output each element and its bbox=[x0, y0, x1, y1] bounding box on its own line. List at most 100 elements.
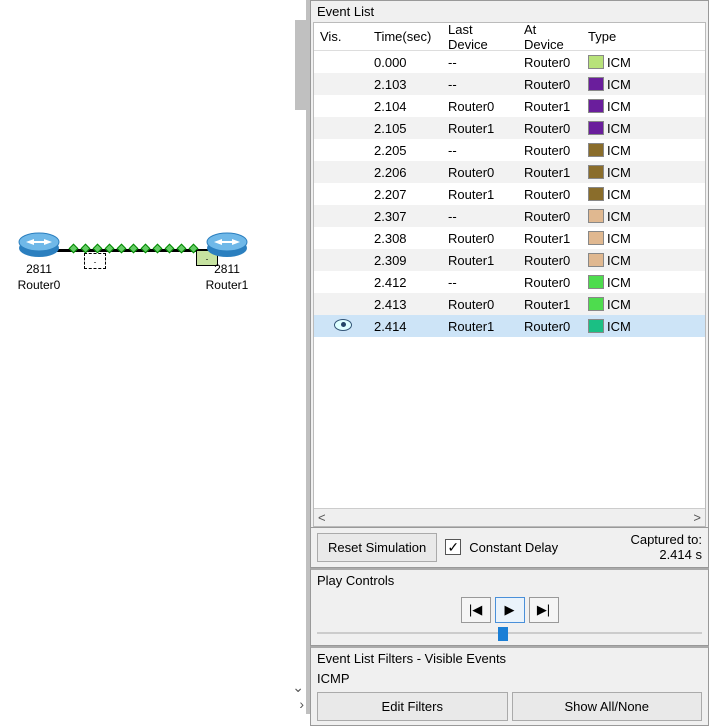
simulation-bar: Reset Simulation ✓ Constant Delay Captur… bbox=[311, 527, 708, 567]
cell-time: 2.308 bbox=[368, 229, 442, 248]
step-back-button[interactable]: |◀ bbox=[461, 597, 491, 623]
col-vis[interactable]: Vis. bbox=[314, 25, 368, 48]
play-button[interactable]: ▶ bbox=[495, 597, 525, 623]
table-row[interactable]: 2.205--Router0ICM bbox=[314, 139, 705, 161]
cell-at-device: Router1 bbox=[518, 97, 582, 116]
type-label: ICM bbox=[607, 187, 631, 202]
cell-time: 2.307 bbox=[368, 207, 442, 226]
constant-delay-checkbox[interactable]: ✓ bbox=[445, 539, 461, 555]
cell-type: ICM bbox=[582, 185, 705, 204]
col-at[interactable]: At Device bbox=[518, 18, 582, 56]
table-row[interactable]: 2.103--Router0ICM bbox=[314, 73, 705, 95]
cell-time: 2.414 bbox=[368, 317, 442, 336]
table-row[interactable]: 2.206Router0Router1ICM bbox=[314, 161, 705, 183]
cell-vis bbox=[314, 104, 368, 108]
device-router1[interactable]: 2811 Router1 bbox=[204, 226, 250, 292]
chevron-down-icon[interactable]: ⌄ bbox=[292, 679, 304, 696]
play-controls: |◀ ▶ ▶| bbox=[311, 591, 708, 625]
cell-at-device: Router1 bbox=[518, 229, 582, 248]
scrollbar-thumb[interactable] bbox=[295, 20, 309, 110]
type-color-swatch bbox=[588, 99, 604, 113]
cell-vis bbox=[314, 148, 368, 152]
cell-vis bbox=[314, 302, 368, 306]
cell-last-device: Router0 bbox=[442, 97, 518, 116]
cell-type: ICM bbox=[582, 229, 705, 248]
scroll-left-icon[interactable]: < bbox=[318, 510, 326, 525]
table-row[interactable]: 2.414Router1Router0ICM bbox=[314, 315, 705, 337]
step-forward-button[interactable]: ▶| bbox=[529, 597, 559, 623]
type-color-swatch bbox=[588, 77, 604, 91]
filters-title: Event List Filters - Visible Events bbox=[311, 648, 708, 669]
reset-simulation-button[interactable]: Reset Simulation bbox=[317, 533, 437, 562]
scroll-right-icon[interactable]: > bbox=[693, 510, 701, 525]
table-row[interactable]: 0.000--Router0ICM bbox=[314, 51, 705, 73]
cell-type: ICM bbox=[582, 97, 705, 116]
cell-time: 2.105 bbox=[368, 119, 442, 138]
cell-time: 2.103 bbox=[368, 75, 442, 94]
table-row[interactable]: 2.307--Router0ICM bbox=[314, 205, 705, 227]
cell-time: 2.104 bbox=[368, 97, 442, 116]
type-label: ICM bbox=[607, 253, 631, 268]
cell-vis bbox=[314, 170, 368, 174]
cell-type: ICM bbox=[582, 295, 705, 314]
cell-last-device: Router0 bbox=[442, 163, 518, 182]
router-icon bbox=[16, 226, 62, 260]
type-color-swatch bbox=[588, 231, 604, 245]
event-list-table: Vis. Time(sec) Last Device At Device Typ… bbox=[313, 22, 706, 527]
cell-at-device: Router0 bbox=[518, 251, 582, 270]
cell-type: ICM bbox=[582, 317, 705, 336]
chevron-right-icon[interactable]: › bbox=[299, 696, 304, 712]
table-row[interactable]: 2.104Router0Router1ICM bbox=[314, 95, 705, 117]
cell-at-device: Router0 bbox=[518, 185, 582, 204]
type-label: ICM bbox=[607, 55, 631, 70]
cell-last-device: -- bbox=[442, 207, 518, 226]
slider-thumb[interactable] bbox=[498, 627, 508, 641]
horizontal-scrollbar[interactable]: < > bbox=[314, 508, 705, 526]
col-time[interactable]: Time(sec) bbox=[368, 25, 442, 48]
type-color-swatch bbox=[588, 187, 604, 201]
cell-time: 2.205 bbox=[368, 141, 442, 160]
cell-time: 2.412 bbox=[368, 273, 442, 292]
cell-last-device: Router1 bbox=[442, 251, 518, 270]
device-router0[interactable]: 2811 Router0 bbox=[16, 226, 62, 292]
col-type[interactable]: Type bbox=[582, 25, 705, 48]
filters-list: ICMP bbox=[311, 669, 708, 688]
table-row[interactable]: 2.105Router1Router0ICM bbox=[314, 117, 705, 139]
cell-last-device: -- bbox=[442, 75, 518, 94]
cell-at-device: Router0 bbox=[518, 273, 582, 292]
cell-last-device: Router0 bbox=[442, 229, 518, 248]
edit-filters-button[interactable]: Edit Filters bbox=[317, 692, 508, 721]
table-row[interactable]: 2.207Router1Router0 ICM bbox=[314, 183, 705, 205]
cell-vis bbox=[314, 214, 368, 218]
topology-canvas[interactable]: 2811 Router0 2811 Router1 ⌄ › bbox=[0, 0, 310, 714]
cell-vis bbox=[314, 280, 368, 284]
cell-vis bbox=[314, 126, 368, 130]
type-color-swatch bbox=[588, 121, 604, 135]
cell-last-device: Router1 bbox=[442, 119, 518, 138]
cell-at-device: Router0 bbox=[518, 207, 582, 226]
cell-type: ICM bbox=[582, 53, 705, 72]
play-slider[interactable] bbox=[317, 625, 702, 641]
cell-time: 0.000 bbox=[368, 53, 442, 72]
table-row[interactable]: 2.412--Router0ICM bbox=[314, 271, 705, 293]
cell-type: ICM bbox=[582, 119, 705, 138]
cell-last-device: -- bbox=[442, 53, 518, 72]
cell-vis bbox=[314, 258, 368, 262]
type-label: ICM bbox=[607, 319, 631, 334]
event-list-panel: Event List Vis. Time(sec) Last Device At… bbox=[310, 0, 709, 568]
table-row[interactable]: 2.308Router0Router1ICM bbox=[314, 227, 705, 249]
col-last[interactable]: Last Device bbox=[442, 18, 518, 56]
captured-value: 2.414 s bbox=[630, 547, 702, 563]
device-model: 2811 bbox=[204, 262, 250, 276]
type-label: ICM bbox=[607, 165, 631, 180]
pdu-envelope-outgoing[interactable] bbox=[84, 253, 106, 269]
cell-at-device: Router0 bbox=[518, 119, 582, 138]
table-row[interactable]: 2.413Router0Router1ICM bbox=[314, 293, 705, 315]
cell-last-device: Router1 bbox=[442, 185, 518, 204]
cell-time: 2.207 bbox=[368, 185, 442, 204]
cell-at-device: Router1 bbox=[518, 163, 582, 182]
table-row[interactable]: 2.309Router1Router0ICM bbox=[314, 249, 705, 271]
cell-at-device: Router0 bbox=[518, 141, 582, 160]
filter-buttons: Edit Filters Show All/None bbox=[311, 688, 708, 725]
show-all-none-button[interactable]: Show All/None bbox=[512, 692, 703, 721]
